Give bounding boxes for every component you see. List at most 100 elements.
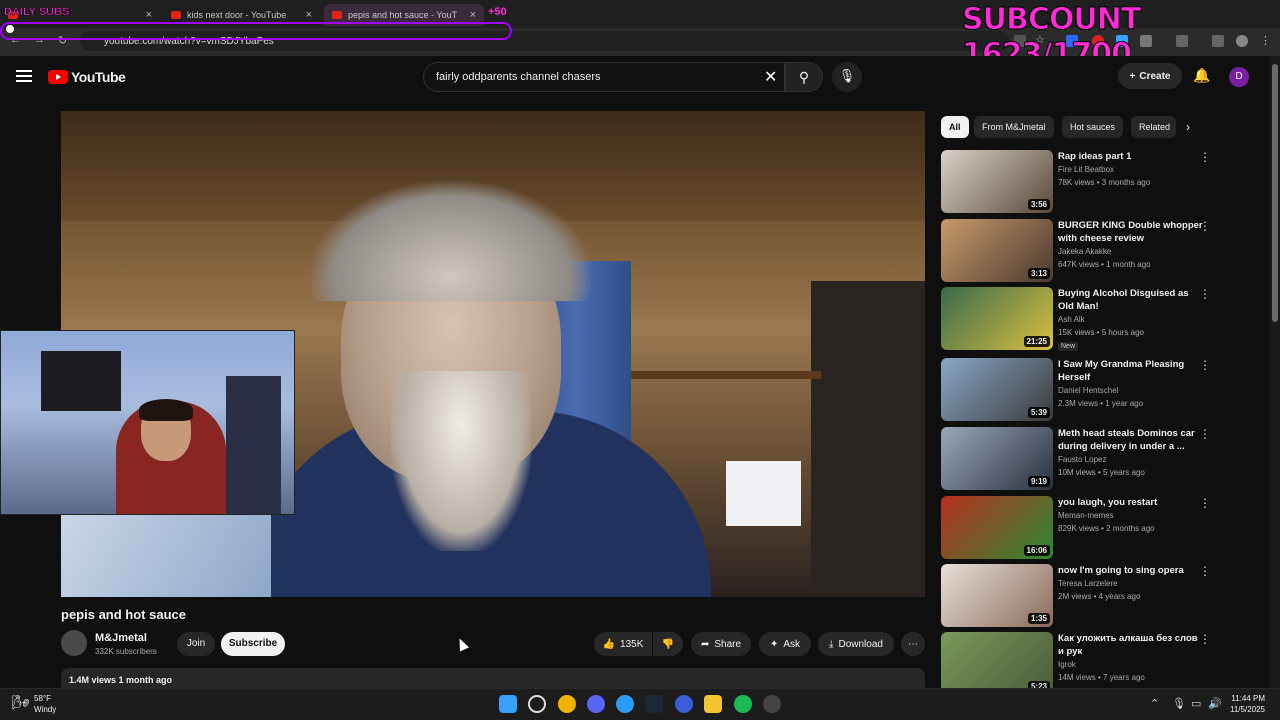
weather-temperature[interactable]: 58°F (34, 694, 51, 703)
network-icon[interactable]: ▭ (1191, 697, 1201, 710)
recommendation-meta: 2.3M views • 1 year ago (1058, 399, 1144, 408)
more-vertical-icon[interactable]: ⋮ (1199, 150, 1211, 164)
download-label: Download (838, 638, 883, 650)
create-button[interactable]: + Create (1118, 63, 1182, 89)
weather-condition[interactable]: Windy (34, 705, 56, 714)
recommendation-title[interactable]: Rap ideas part 1 (1058, 150, 1203, 163)
ask-button[interactable]: ✦ Ask (759, 632, 811, 656)
recommendation-item[interactable]: 1:35 now I'm going to sing opera Teresa La… (941, 564, 1271, 628)
tab-label: kids next door - YouTube (187, 10, 287, 20)
recommendation-title[interactable]: now I'm going to sing opera (1058, 564, 1203, 577)
recommendation-thumbnail[interactable]: 16:06 (941, 496, 1053, 559)
clear-search-icon[interactable]: ✕ (764, 67, 777, 87)
video-person-hair (311, 181, 591, 301)
recommendation-item[interactable]: 9:19 Meth head steals Dominos car during … (941, 427, 1271, 491)
recommendation-thumbnail[interactable]: 3:13 (941, 219, 1053, 282)
file-explorer-icon[interactable] (704, 695, 722, 713)
steam-icon[interactable] (645, 695, 663, 713)
recommendation-thumbnail[interactable]: 3:56 (941, 150, 1053, 213)
discord-icon[interactable] (587, 695, 605, 713)
search-taskbar-icon[interactable] (528, 695, 546, 713)
clock-date[interactable]: 11/5/2025 (1225, 705, 1265, 714)
more-vertical-icon[interactable]: ⋮ (1199, 287, 1211, 301)
recommendation-item[interactable]: 21:25 Buying Alcohol Disguised as Old Man… (941, 287, 1271, 351)
channel-name[interactable]: M&Jmetal (95, 632, 147, 644)
chip-all[interactable]: All (941, 116, 969, 138)
recommendation-title[interactable]: Buying Alcohol Disguised as Old Man! (1058, 287, 1203, 313)
chrome-icon[interactable] (558, 695, 576, 713)
youtube-logo[interactable]: YouTube (48, 69, 126, 85)
more-horizontal-icon: ⋯ (908, 638, 918, 650)
chevron-right-icon[interactable]: › (1186, 120, 1190, 134)
obs-icon[interactable] (763, 695, 781, 713)
recommendation-thumbnail[interactable]: 9:19 (941, 427, 1053, 490)
dislike-button[interactable]: 👎 (653, 632, 683, 656)
recommendation-channel[interactable]: Igrok (1058, 660, 1076, 669)
recommendation-title[interactable]: Meth head steals Dominos car during deli… (1058, 427, 1203, 453)
edge-icon[interactable] (616, 695, 634, 713)
recommendation-thumbnail[interactable]: 1:35 (941, 564, 1053, 627)
recommendation-channel[interactable]: Jakeka Akakke (1058, 247, 1111, 256)
recommendation-item[interactable]: 5:39 I Saw My Grandma Pleasing Herself Dan… (941, 358, 1271, 422)
recommendation-item[interactable]: 3:56 Rap ideas part 1 Fire Lit Beatbox 78K … (941, 150, 1271, 214)
recommendation-channel[interactable]: Fire Lit Beatbox (1058, 165, 1114, 174)
video-duration: 21:25 (1023, 336, 1050, 347)
recommendation-thumbnail[interactable]: 21:25 (941, 287, 1053, 350)
more-vertical-icon[interactable]: ⋮ (1199, 496, 1211, 510)
voice-search-button[interactable]: 🎙 (832, 62, 862, 92)
join-button[interactable]: Join (177, 632, 215, 656)
like-button[interactable]: 👍 135K (594, 632, 652, 656)
video-shelf (621, 371, 821, 379)
more-vertical-icon[interactable]: ⋮ (1199, 632, 1211, 646)
scrollbar-thumb[interactable] (1272, 64, 1278, 322)
weather-icon[interactable]: 🌬 (12, 694, 30, 711)
volume-icon[interactable]: 🔊 (1208, 697, 1222, 710)
plus-icon: + (1129, 70, 1136, 82)
channel-avatar[interactable] (61, 630, 87, 656)
more-vertical-icon[interactable]: ⋮ (1199, 358, 1211, 372)
chip-related[interactable]: Related (1131, 116, 1176, 138)
recommendation-thumbnail[interactable]: 5:23 (941, 632, 1053, 695)
spotify-icon[interactable] (734, 695, 752, 713)
clock-time[interactable]: 11:44 PM (1225, 694, 1265, 703)
more-vertical-icon[interactable]: ⋮ (1199, 427, 1211, 441)
more-actions-button[interactable]: ⋯ (901, 632, 925, 656)
video-cabinet (811, 281, 925, 591)
recommendation-item[interactable]: 5:23 Как уложить алкаша без слов и рук Igr… (941, 632, 1271, 696)
recommendation-title[interactable]: you laugh, you restart (1058, 496, 1203, 509)
recommendation-meta: 10M views • 5 years ago (1058, 468, 1145, 477)
close-tab-icon[interactable]: × (470, 9, 476, 21)
download-button[interactable]: ⤓ Download (818, 632, 894, 656)
more-vertical-icon[interactable]: ⋮ (1199, 219, 1211, 233)
account-avatar[interactable]: D (1229, 67, 1249, 87)
recommendation-title[interactable]: Как уложить алкаша без слов и рук (1058, 632, 1203, 658)
overlay-daily-subs: DAILY SUBS: (4, 6, 74, 19)
recommendation-channel[interactable]: Ash Alk (1058, 315, 1085, 324)
recommendation-channel[interactable]: Meman-memes (1058, 511, 1114, 520)
recommendation-title[interactable]: BURGER KING Double whopper with cheese r… (1058, 219, 1203, 245)
hamburger-menu-icon[interactable] (16, 70, 32, 82)
search-button[interactable]: ⚲ (785, 62, 823, 92)
start-windows-icon[interactable] (499, 695, 517, 713)
share-button[interactable]: ➦ Share (691, 632, 751, 656)
webcam-monitor (41, 351, 121, 411)
chevron-up-icon[interactable]: ⌃ (1150, 697, 1159, 710)
app-icon[interactable] (675, 695, 693, 713)
recommendation-thumbnail[interactable]: 5:39 (941, 358, 1053, 421)
recommendation-title[interactable]: I Saw My Grandma Pleasing Herself (1058, 358, 1203, 384)
notifications-bell-icon[interactable]: 🔔 (1193, 67, 1210, 84)
recommendation-channel[interactable]: Daniel Hentschel (1058, 386, 1118, 395)
subscribe-button[interactable]: Subscribe (221, 632, 285, 656)
microphone-tray-icon[interactable]: 🎙 (1172, 697, 1186, 710)
recommendation-item[interactable]: 16:06 you laugh, you restart Meman-memes 82… (941, 496, 1271, 560)
recommendation-item[interactable]: 3:13 BURGER KING Double whopper with chee… (941, 219, 1271, 283)
more-vertical-icon[interactable]: ⋮ (1199, 564, 1211, 578)
recommendation-channel[interactable]: Fausto Lopez (1058, 455, 1106, 464)
close-tab-icon[interactable]: × (306, 9, 312, 21)
search-input[interactable]: fairly oddparents channel chasers (423, 62, 785, 92)
chip-from-channel[interactable]: From M&Jmetal (974, 116, 1054, 138)
close-tab-icon[interactable]: × (146, 9, 152, 21)
overlay-progress-bar (0, 22, 512, 40)
recommendation-channel[interactable]: Teresa Larzelere (1058, 579, 1118, 588)
chip-hot-sauces[interactable]: Hot sauces (1062, 116, 1124, 138)
